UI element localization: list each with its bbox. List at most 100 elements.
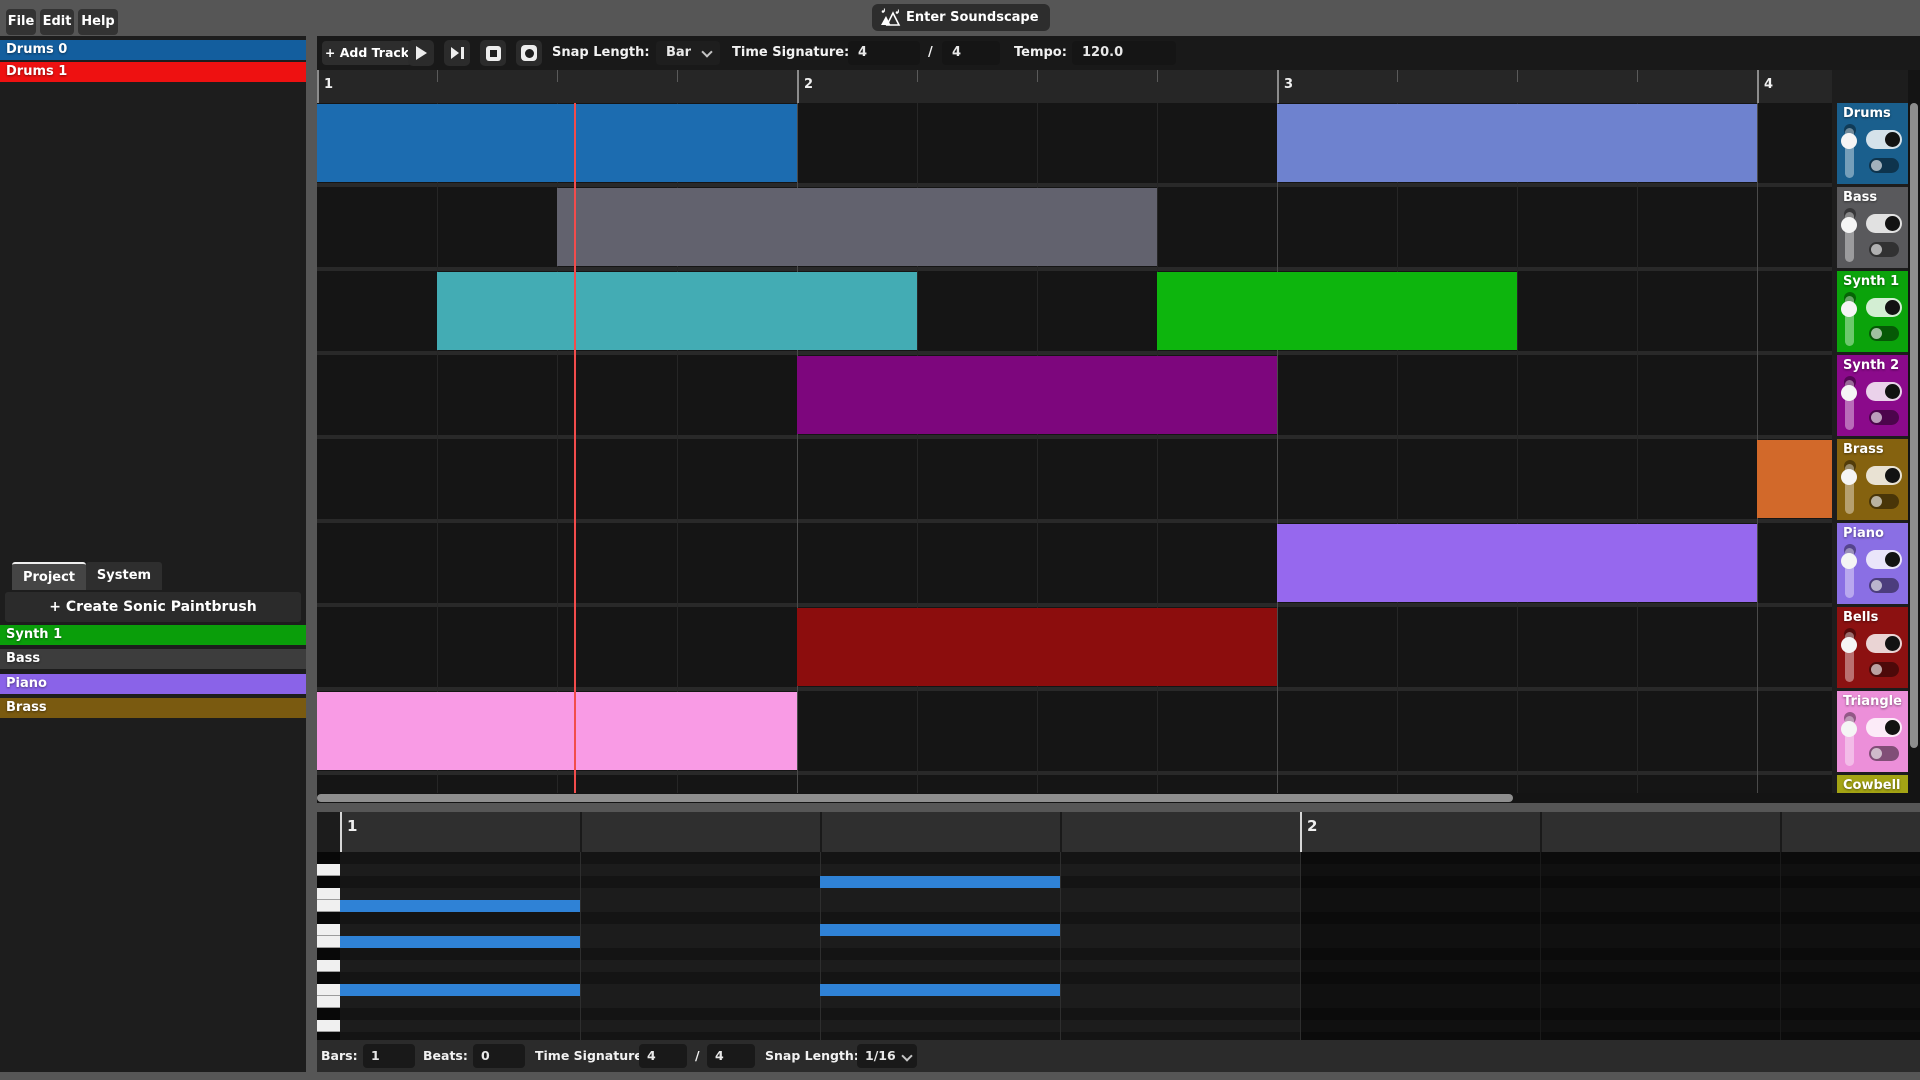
piano-note[interactable]: [340, 984, 580, 996]
volume-slider-knob[interactable]: [1841, 301, 1857, 317]
piano-key-black[interactable]: [317, 1032, 340, 1040]
tempo-input[interactable]: 120.0: [1072, 41, 1176, 65]
horizontal-scrollbar[interactable]: [317, 793, 1920, 803]
piano-keys[interactable]: [317, 852, 340, 1040]
piano-key-black[interactable]: [317, 852, 340, 864]
create-sonic-paintbrush-button[interactable]: + Create Sonic Paintbrush: [5, 592, 301, 622]
piano-key-black[interactable]: [317, 1008, 340, 1020]
toggle-top-knob: [1885, 720, 1900, 735]
volume-slider-knob[interactable]: [1841, 385, 1857, 401]
clip-piano[interactable]: [1277, 524, 1757, 602]
piano-grid-inactive-overlay: [1300, 852, 1920, 1040]
stop-button[interactable]: [480, 40, 506, 66]
volume-slider-knob[interactable]: [1841, 133, 1857, 149]
time-signature-denominator-input[interactable]: 4: [942, 41, 1000, 65]
library-item[interactable]: Bass: [0, 649, 306, 669]
clip-triangle[interactable]: [317, 692, 797, 770]
vertical-scrollbar[interactable]: [1908, 70, 1920, 793]
toggle-top[interactable]: [1866, 298, 1902, 317]
toggle-bottom[interactable]: [1869, 326, 1899, 341]
menu-file[interactable]: File: [6, 9, 36, 35]
piano-key-black[interactable]: [317, 876, 340, 888]
track-header: Brass: [1837, 439, 1908, 520]
clip-list-item[interactable]: Drums 0: [0, 40, 306, 60]
piano-key-white[interactable]: [317, 960, 340, 972]
clip-brass[interactable]: [1757, 440, 1832, 518]
volume-slider-knob[interactable]: [1841, 217, 1857, 233]
toggle-bottom[interactable]: [1869, 410, 1899, 425]
clip-bells[interactable]: [797, 608, 1277, 686]
snap-length-select[interactable]: Bar: [656, 41, 720, 65]
piano-key-white[interactable]: [317, 864, 340, 876]
piano-roll-ruler[interactable]: 12: [317, 812, 1920, 852]
volume-slider-knob[interactable]: [1841, 721, 1857, 737]
enter-soundscape-button[interactable]: Enter Soundscape: [872, 4, 1050, 31]
track-lane[interactable]: [317, 775, 1832, 793]
play-button[interactable]: [408, 40, 434, 66]
toggle-bottom[interactable]: [1869, 662, 1899, 677]
clip-bass[interactable]: [557, 188, 1157, 266]
time-signature-numerator-input[interactable]: 4: [848, 41, 920, 65]
vertical-scrollbar-thumb[interactable]: [1910, 103, 1918, 748]
toggle-top[interactable]: [1866, 550, 1902, 569]
toggle-top[interactable]: [1866, 382, 1902, 401]
menu-help[interactable]: Help: [78, 9, 118, 35]
volume-slider-knob[interactable]: [1841, 469, 1857, 485]
status-time-signature-denominator-input[interactable]: 4: [707, 1044, 755, 1068]
volume-slider-knob[interactable]: [1841, 553, 1857, 569]
toggle-bottom[interactable]: [1869, 578, 1899, 593]
toggle-top[interactable]: [1866, 718, 1902, 737]
piano-key-white[interactable]: [317, 996, 340, 1008]
clip-list-item[interactable]: Drums 1: [0, 62, 306, 82]
piano-note[interactable]: [820, 924, 1060, 936]
horizontal-scrollbar-thumb[interactable]: [317, 794, 1513, 802]
toggle-top[interactable]: [1866, 130, 1902, 149]
volume-slider-knob[interactable]: [1841, 637, 1857, 653]
clip-drums[interactable]: [317, 104, 797, 182]
piano-note[interactable]: [820, 876, 1060, 888]
toggle-bottom[interactable]: [1869, 494, 1899, 509]
piano-note[interactable]: [820, 984, 1060, 996]
toggle-top[interactable]: [1866, 466, 1902, 485]
piano-key-black[interactable]: [317, 912, 340, 924]
timeline-ruler[interactable]: 1234: [317, 70, 1832, 103]
tab-system[interactable]: System: [86, 562, 162, 590]
toggle-top[interactable]: [1866, 214, 1902, 233]
record-button[interactable]: [516, 40, 542, 66]
track-lane[interactable]: [317, 439, 1832, 523]
clip-synth-1[interactable]: [1157, 272, 1517, 350]
library-item[interactable]: Piano: [0, 674, 306, 694]
piano-key-white[interactable]: [317, 1020, 340, 1032]
toggle-bottom[interactable]: [1869, 242, 1899, 257]
library-item[interactable]: Brass: [0, 698, 306, 718]
clip-synth-1[interactable]: [437, 272, 917, 350]
arrangement-grid[interactable]: [317, 103, 1832, 793]
piano-key-white[interactable]: [317, 984, 340, 996]
piano-key-black[interactable]: [317, 948, 340, 960]
toggle-bottom[interactable]: [1869, 746, 1899, 761]
clip-synth-2[interactable]: [797, 356, 1277, 434]
beats-input[interactable]: 0: [473, 1044, 525, 1068]
piano-key-white[interactable]: [317, 900, 340, 912]
play-pause-button[interactable]: [444, 40, 470, 66]
piano-key-white[interactable]: [317, 924, 340, 936]
playhead[interactable]: [574, 103, 576, 793]
piano-ruler-beat-tick: [580, 812, 582, 852]
piano-grid-beat-line: [580, 852, 581, 1040]
piano-note[interactable]: [340, 900, 580, 912]
piano-roll-grid[interactable]: [340, 852, 1920, 1040]
clip-drums[interactable]: [1277, 104, 1757, 182]
piano-key-white[interactable]: [317, 936, 340, 948]
library-item[interactable]: Synth 1: [0, 625, 306, 645]
toggle-top[interactable]: [1866, 634, 1902, 653]
bars-input[interactable]: 1: [363, 1044, 415, 1068]
tab-project[interactable]: Project: [12, 562, 86, 590]
menu-edit[interactable]: Edit: [40, 9, 74, 35]
status-snap-length-select[interactable]: 1/16: [857, 1044, 917, 1068]
piano-key-black[interactable]: [317, 972, 340, 984]
piano-note[interactable]: [340, 936, 580, 948]
toggle-bottom[interactable]: [1869, 158, 1899, 173]
add-track-button[interactable]: + Add Track: [322, 41, 412, 65]
piano-key-white[interactable]: [317, 888, 340, 900]
status-time-signature-numerator-input[interactable]: 4: [639, 1044, 687, 1068]
